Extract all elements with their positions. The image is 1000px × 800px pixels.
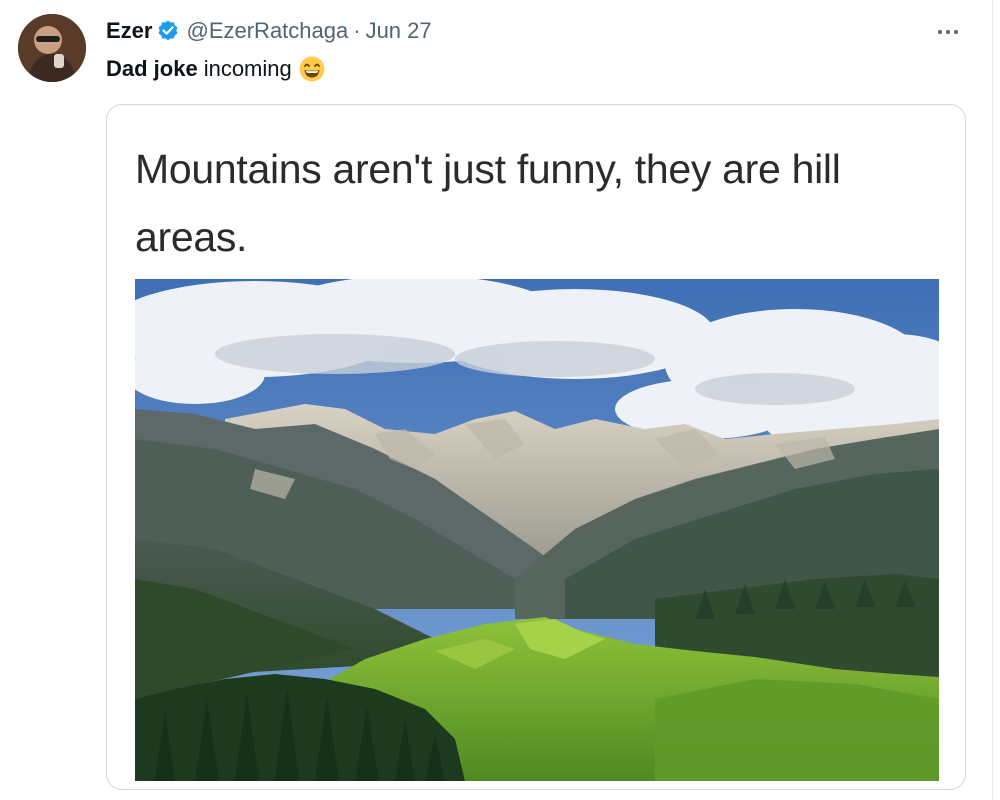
more-options-icon[interactable] — [930, 20, 966, 44]
tweet-text-rest: incoming — [203, 56, 292, 81]
tweet-date[interactable]: Jun 27 — [366, 18, 432, 44]
verified-badge-icon — [156, 19, 180, 43]
more-dot — [938, 30, 942, 34]
grinning-face-emoji-icon — [298, 55, 326, 83]
timeline-divider — [992, 0, 993, 800]
tweet-header: Ezer @EzerRatchaga · Jun 27 — [106, 16, 432, 46]
avatar[interactable] — [18, 14, 86, 82]
media-caption: Mountains aren't just funny, they are hi… — [135, 146, 841, 260]
mountain-landscape-photo — [135, 279, 939, 781]
tweet-text-bold: Dad joke — [106, 56, 198, 81]
more-dot — [946, 30, 950, 34]
separator-dot: · — [353, 18, 361, 43]
tweet-text: Dad joke incoming — [106, 54, 326, 84]
author-display-name[interactable]: Ezer — [106, 18, 152, 44]
tweet[interactable]: Ezer @EzerRatchaga · Jun 27 Dad joke inc… — [0, 0, 1000, 800]
tweet-media-card[interactable]: Mountains aren't just funny, they are hi… — [106, 104, 966, 790]
author-handle[interactable]: @EzerRatchaga — [186, 18, 348, 44]
more-dot — [954, 30, 958, 34]
